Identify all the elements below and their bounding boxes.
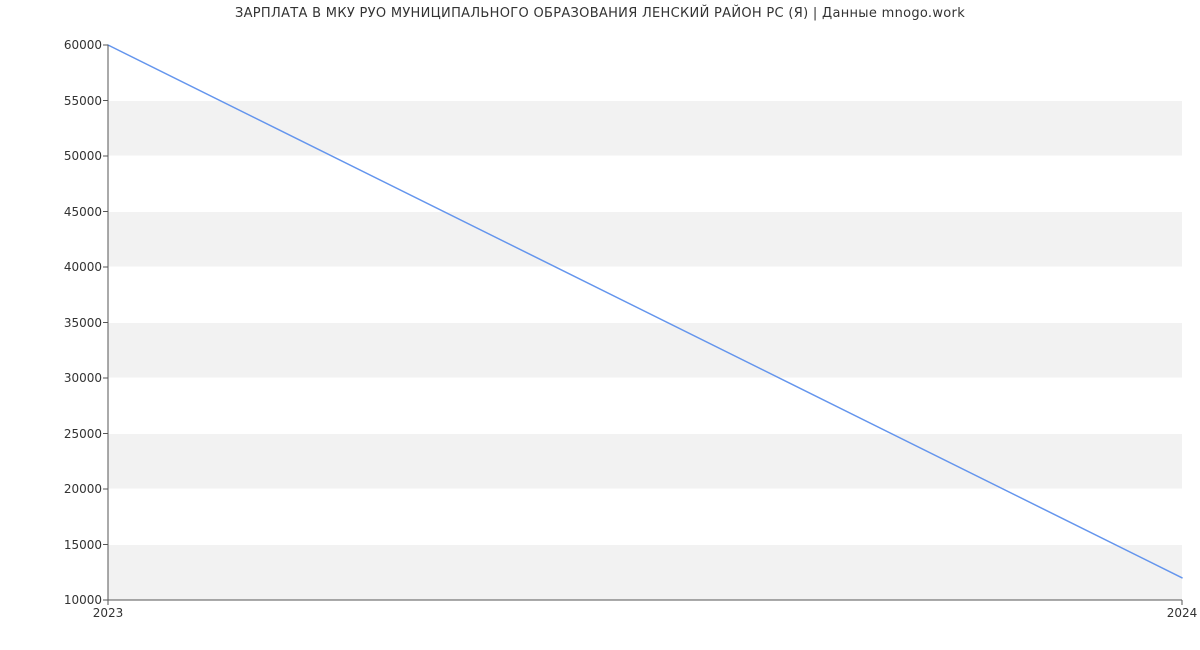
y-tick-label: 25000 xyxy=(42,427,102,441)
y-tick-label: 60000 xyxy=(42,38,102,52)
y-tick-label: 45000 xyxy=(42,205,102,219)
y-tick-label: 35000 xyxy=(42,316,102,330)
chart-title: ЗАРПЛАТА В МКУ РУО МУНИЦИПАЛЬНОГО ОБРАЗО… xyxy=(0,6,1200,21)
y-tick-label: 50000 xyxy=(42,149,102,163)
x-tick-label: 2023 xyxy=(93,606,124,620)
y-tick-label: 15000 xyxy=(42,538,102,552)
chart-root: ЗАРПЛАТА В МКУ РУО МУНИЦИПАЛЬНОГО ОБРАЗО… xyxy=(0,0,1200,650)
y-tick-label: 10000 xyxy=(42,593,102,607)
plot-area xyxy=(108,45,1182,600)
y-tick-label: 55000 xyxy=(42,94,102,108)
plot-svg xyxy=(108,45,1182,600)
y-tick-label: 30000 xyxy=(42,371,102,385)
y-tick-label: 20000 xyxy=(42,482,102,496)
x-tick-label: 2024 xyxy=(1167,606,1198,620)
y-tick-label: 40000 xyxy=(42,260,102,274)
